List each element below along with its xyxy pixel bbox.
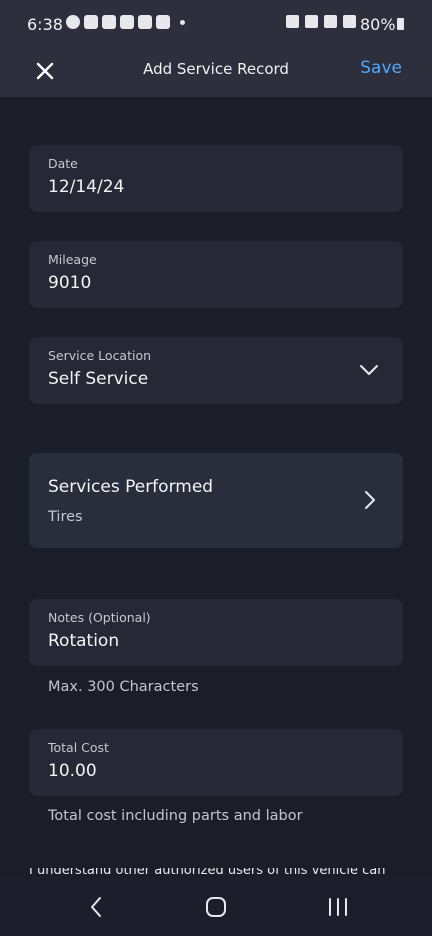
date-value: 12/14/24 (48, 177, 125, 197)
battery-percent: 80% (360, 15, 396, 34)
battery-icon (397, 18, 404, 30)
recents-button[interactable] (324, 895, 352, 919)
nfc-icon (286, 15, 299, 28)
mileage-label: Mileage (48, 252, 97, 267)
system-icons (286, 15, 356, 28)
image-icon (138, 15, 152, 29)
total-cost-label: Total Cost (48, 740, 109, 755)
mail-icon (84, 15, 98, 29)
notes-helper-text: Max. 300 Characters (48, 679, 199, 695)
total-cost-field[interactable]: Total Cost 10.00 (29, 729, 403, 796)
services-performed-value: Tires (48, 509, 83, 525)
status-time: 6:38 (27, 15, 63, 34)
services-performed-row[interactable]: Services Performed Tires (29, 453, 403, 548)
disclaimer-text-line: I understand other authorized users of t… (29, 868, 386, 877)
chevron-down-icon (360, 365, 378, 375)
disclaimer-text: I understand other authorized users of t… (29, 868, 403, 877)
check-icon (66, 15, 80, 29)
home-icon (206, 897, 226, 917)
notes-value: Rotation (48, 631, 120, 651)
mileage-value: 9010 (48, 273, 92, 293)
gmail-icon (120, 15, 134, 29)
back-button[interactable] (84, 895, 108, 919)
service-location-label: Service Location (48, 348, 152, 363)
signal-icon (343, 15, 356, 28)
app-header: Add Service Record Save (0, 48, 432, 97)
system-nav-bar (0, 877, 432, 936)
more-dot-icon (180, 19, 185, 25)
wifi-icon (324, 15, 337, 28)
recents-icon (329, 898, 347, 916)
total-cost-helper-text: Total cost including parts and labor (48, 808, 303, 824)
chevron-right-icon (365, 491, 375, 509)
date-field[interactable]: Date 12/14/24 (29, 145, 403, 212)
notification-icons (66, 15, 185, 29)
service-location-select[interactable]: Service Location Self Service (29, 337, 403, 404)
back-icon (91, 897, 101, 917)
status-bar: 6:38 80% (0, 0, 432, 48)
notes-field[interactable]: Notes (Optional) Rotation (29, 599, 403, 666)
date-label: Date (48, 156, 78, 171)
services-performed-title: Services Performed (48, 477, 214, 497)
home-button[interactable] (204, 895, 228, 919)
mileage-field[interactable]: Mileage 9010 (29, 241, 403, 308)
bluetooth-icon (305, 15, 318, 28)
service-location-value: Self Service (48, 369, 149, 389)
total-cost-value: 10.00 (48, 761, 97, 781)
key-icon (156, 15, 170, 29)
notes-label: Notes (Optional) (48, 610, 151, 625)
save-button[interactable]: Save (360, 58, 402, 78)
gmail-icon (102, 15, 116, 29)
